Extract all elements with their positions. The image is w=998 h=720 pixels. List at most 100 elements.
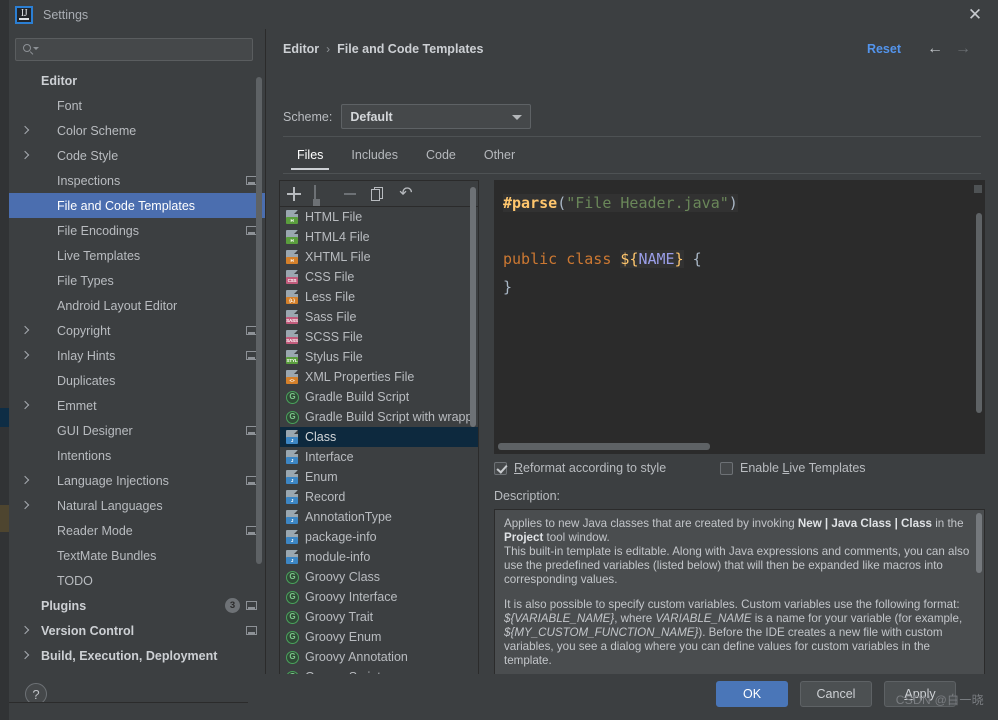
list-item[interactable]: G Groovy Class — [280, 567, 478, 587]
list-item[interactable]: G Groovy Annotation — [280, 647, 478, 667]
editor-horizontal-scrollbar[interactable] — [498, 443, 710, 450]
live-templates-checkbox[interactable] — [720, 461, 733, 475]
list-item-label: Sass File — [305, 310, 357, 324]
breadcrumb-item: File and Code Templates — [337, 42, 484, 56]
list-item[interactable]: SASS Sass File — [280, 307, 478, 327]
list-item-label: AnnotationType — [305, 510, 392, 524]
sidebar-item-inspections[interactable]: Inspections — [9, 168, 265, 193]
sidebar-item-file-types[interactable]: File Types — [9, 268, 265, 293]
back-arrow-icon[interactable]: ← — [925, 40, 945, 58]
sidebar-item-copyright[interactable]: Copyright — [9, 318, 265, 343]
list-item[interactable]: J Enum — [280, 467, 478, 487]
list-item[interactable]: G Groovy Enum — [280, 627, 478, 647]
reset-link[interactable]: Reset — [867, 42, 901, 56]
template-code[interactable]: #parse("File Header.java") public class … — [495, 181, 984, 301]
list-item[interactable]: H XHTML File — [280, 247, 478, 267]
reformat-checkbox-row[interactable]: Reformat according to style — [494, 461, 720, 475]
template-list-scrollbar[interactable] — [470, 187, 476, 427]
sidebar-item-font[interactable]: Font — [9, 93, 265, 118]
list-item[interactable]: J AnnotationType — [280, 507, 478, 527]
list-item[interactable]: H HTML4 File — [280, 227, 478, 247]
list-item[interactable]: Jpackage-info — [280, 527, 478, 547]
list-item[interactable]: <> XML Properties File — [280, 367, 478, 387]
sidebar-item-duplicates[interactable]: Duplicates — [9, 368, 265, 393]
duplicate-icon[interactable] — [370, 186, 386, 202]
sidebar-item-intentions[interactable]: Intentions — [9, 443, 265, 468]
cancel-button[interactable]: Cancel — [800, 681, 872, 707]
scheme-row: Scheme: Default — [283, 104, 532, 129]
tab-bar[interactable]: Files Includes Code Other — [283, 142, 529, 170]
sidebar-item-live-templates[interactable]: Live Templates — [9, 243, 265, 268]
sidebar-item-inlay-hints[interactable]: Inlay Hints — [9, 343, 265, 368]
sidebar-item-android-layout-editor[interactable]: Android Layout Editor — [9, 293, 265, 318]
sidebar-item-label: Version Control — [41, 623, 135, 638]
sidebar-item-file-encodings[interactable]: File Encodings — [9, 218, 265, 243]
sidebar-item-file-and-code-templates[interactable]: File and Code Templates — [9, 193, 265, 218]
breadcrumb-item[interactable]: Editor — [283, 42, 319, 56]
sidebar-item-reader-mode[interactable]: Reader Mode — [9, 518, 265, 543]
groovy-icon: G — [284, 629, 300, 645]
list-item[interactable]: Jmodule-info — [280, 547, 478, 567]
sidebar-scrollbar[interactable] — [256, 77, 262, 564]
list-item[interactable]: H HTML File — [280, 207, 478, 227]
list-item[interactable]: G Groovy Trait — [280, 607, 478, 627]
tab-files[interactable]: Files — [283, 142, 337, 170]
search-input[interactable] — [38, 42, 252, 57]
plus-icon[interactable] — [286, 186, 302, 202]
sidebar-item-code-style[interactable]: Code Style — [9, 143, 265, 168]
groovy-icon: G — [284, 649, 300, 665]
sidebar-item-todo[interactable]: TODO — [9, 568, 265, 593]
sidebar-item-language-injections[interactable]: Language Injections — [9, 468, 265, 493]
forward-arrow-icon: → — [955, 40, 971, 57]
sidebar-item-label: File and Code Templates — [57, 198, 196, 213]
close-icon[interactable]: ✕ — [952, 0, 998, 29]
list-item[interactable]: {L} Less File — [280, 287, 478, 307]
settings-tree[interactable]: Editor Font Color Scheme Code Style Inspecti… — [9, 68, 265, 674]
list-item[interactable]: G Gradle Build Script with wrapp — [280, 407, 478, 427]
editor-vertical-scrollbar[interactable] — [976, 213, 982, 413]
tab-other[interactable]: Other — [470, 142, 529, 170]
desktop-taskbar-left — [0, 702, 9, 720]
list-item[interactable]: G Groovy Interface — [280, 587, 478, 607]
sidebar-item-color-scheme[interactable]: Color Scheme — [9, 118, 265, 143]
template-editor[interactable]: #parse("File Header.java") public class … — [494, 180, 985, 454]
sidebar-item-label: Copyright — [57, 323, 111, 338]
sidebar-item-plugins[interactable]: Plugins 3 — [9, 593, 265, 618]
tab-includes[interactable]: Includes — [337, 142, 412, 170]
list-item[interactable]: CSS CSS File — [280, 267, 478, 287]
tab-code[interactable]: Code — [412, 142, 470, 170]
sidebar-item-editor[interactable]: Editor — [9, 68, 265, 93]
sidebar-item-textmate-bundles[interactable]: TextMate Bundles — [9, 543, 265, 568]
scheme-select[interactable]: Default — [341, 104, 532, 129]
sidebar-item-label: Natural Languages — [57, 498, 163, 513]
list-item[interactable]: J Class — [280, 427, 478, 447]
list-item[interactable]: J Interface — [280, 447, 478, 467]
reformat-checkbox[interactable] — [494, 461, 507, 475]
list-item[interactable]: J Record — [280, 487, 478, 507]
list-item[interactable]: STYL Stylus File — [280, 347, 478, 367]
file-icon: H — [284, 209, 300, 225]
list-item[interactable]: G Gradle Build Script — [280, 387, 478, 407]
live-templates-checkbox-row[interactable]: Enable Live Templates — [720, 461, 866, 475]
reformat-label: Reformat according to style — [514, 461, 667, 475]
ok-button[interactable]: OK — [716, 681, 788, 707]
sidebar-item-label: File Encodings — [57, 223, 139, 238]
description-scrollbar[interactable] — [976, 513, 982, 573]
undo-icon[interactable]: ↶ — [398, 185, 414, 202]
search-box[interactable] — [15, 38, 253, 61]
sidebar-item-build-execution-deployment[interactable]: Build, Execution, Deployment — [9, 643, 265, 668]
sidebar-item-emmet[interactable]: Emmet — [9, 393, 265, 418]
template-list[interactable]: H HTML File H HTML4 File H XHTML File CSS CSS F… — [280, 207, 478, 683]
plugin-update-badge: 3 — [225, 598, 240, 613]
background-strip-olive — [0, 505, 9, 532]
header-divider — [283, 136, 981, 137]
list-item[interactable]: SASS SCSS File — [280, 327, 478, 347]
list-item-label: XML Properties File — [305, 370, 415, 384]
java-icon: J — [284, 509, 300, 525]
settings-dialog: IJ Settings ✕ Editor Font Color Scheme Code… — [0, 0, 998, 720]
sidebar-item-version-control[interactable]: Version Control — [9, 618, 265, 643]
watermark: CSDN @白一晓 — [895, 693, 984, 707]
java-icon: J — [284, 449, 300, 465]
sidebar-item-gui-designer[interactable]: GUI Designer — [9, 418, 265, 443]
sidebar-item-natural-languages[interactable]: Natural Languages — [9, 493, 265, 518]
